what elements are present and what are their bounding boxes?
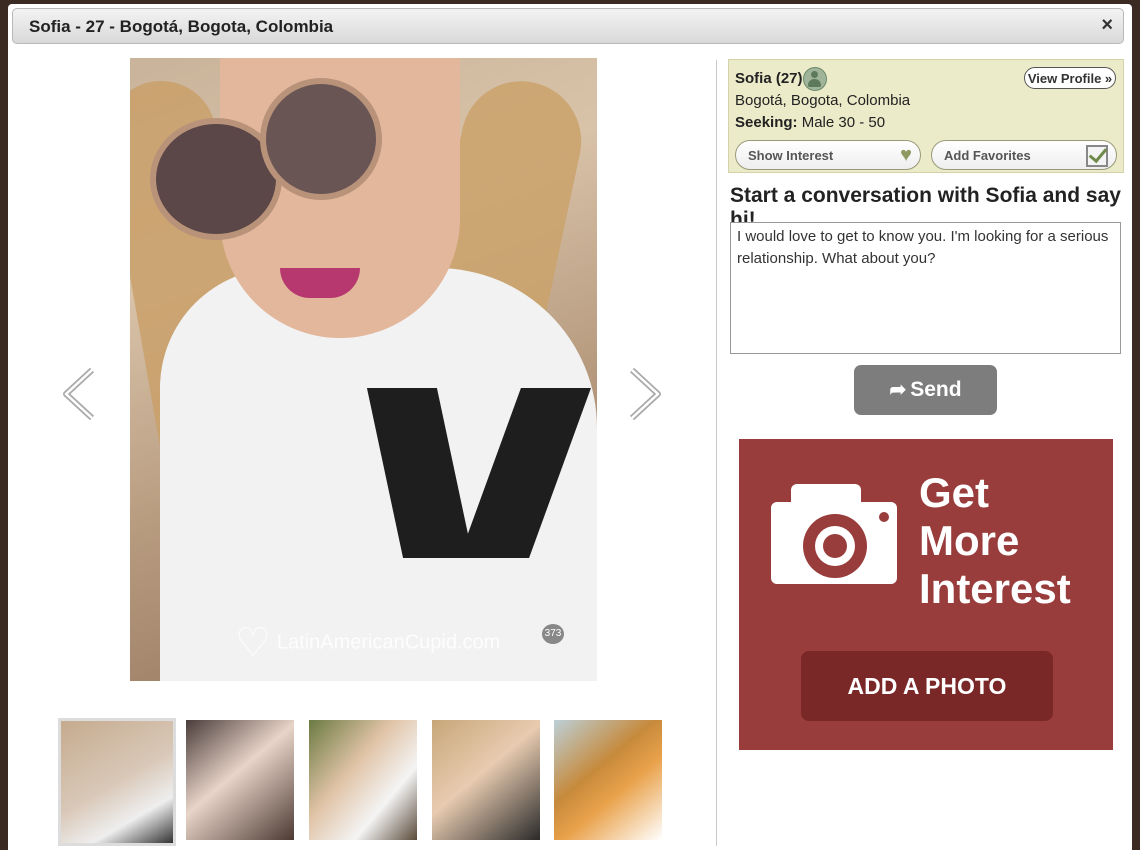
add-photo-button[interactable]: ADD A PHOTO [801, 651, 1053, 721]
show-interest-button[interactable]: Show Interest ♥ [735, 140, 921, 170]
close-icon[interactable]: × [1101, 15, 1113, 35]
add-favorites-button[interactable]: Add Favorites [931, 140, 1117, 170]
get-more-interest-promo[interactable]: Get More Interest ADD A PHOTO [739, 439, 1113, 750]
profile-info-box: Sofia (27) View Profile » Bogotá, Bogota… [728, 59, 1124, 173]
promo-text: Get More Interest [919, 469, 1071, 612]
column-divider [716, 60, 717, 846]
main-profile-photo[interactable]: ♡ LatinAmericanCupid.com 373 [130, 58, 597, 681]
modal-titlebar: Sofia - 27 - Bogotá, Bogota, Colombia × [12, 8, 1124, 44]
profile-name-age: Sofia (27) [735, 70, 803, 87]
checkbox-check-icon [1086, 145, 1108, 167]
person-icon [803, 67, 827, 91]
photo-number-badge: 373 [542, 624, 564, 644]
photo-thumbnail-2[interactable] [186, 720, 294, 840]
heart-logo-icon: ♡ [235, 621, 271, 665]
heart-icon: ♥ [900, 144, 912, 166]
modal-title: Sofia - 27 - Bogotá, Bogota, Colombia [29, 17, 334, 36]
photo-thumbnail-4[interactable] [432, 720, 540, 840]
send-button[interactable]: ➦ Send [854, 365, 997, 415]
view-profile-button[interactable]: View Profile » [1024, 67, 1116, 89]
share-arrow-icon: ➦ [889, 379, 907, 401]
next-photo-arrow-icon[interactable] [624, 366, 664, 422]
message-textarea[interactable]: I would love to get to know you. I'm loo… [730, 222, 1121, 354]
photo-thumbnail-1[interactable] [58, 718, 176, 846]
photo-watermark: ♡ LatinAmericanCupid.com [235, 621, 501, 665]
photo-thumbnail-3[interactable] [309, 720, 417, 840]
profile-modal: Sofia - 27 - Bogotá, Bogota, Colombia × … [8, 4, 1132, 850]
profile-location: Bogotá, Bogota, Colombia [735, 92, 911, 109]
photo-thumbnail-5[interactable] [554, 720, 662, 840]
profile-seeking: Seeking: Male 30 - 50 [735, 114, 886, 131]
camera-icon [771, 484, 897, 584]
previous-photo-arrow-icon[interactable] [60, 366, 100, 422]
